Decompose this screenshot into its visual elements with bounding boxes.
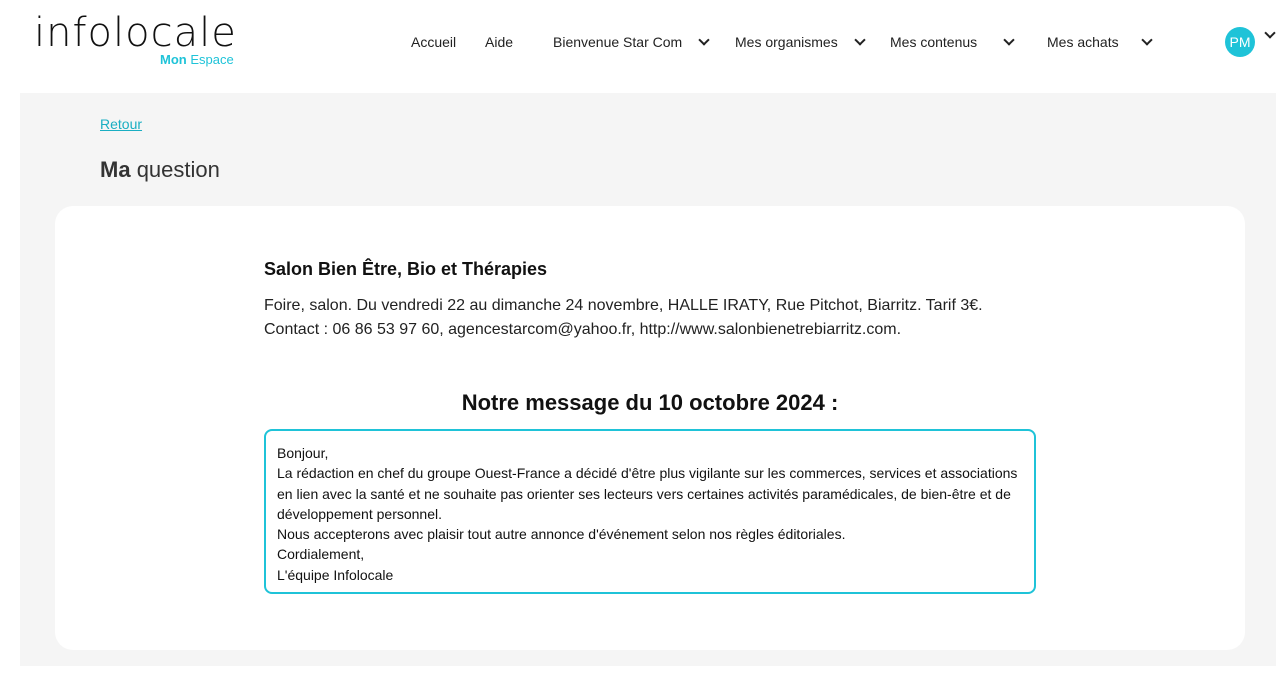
back-link[interactable]: Retour	[100, 116, 142, 132]
nav-label: Accueil	[411, 34, 457, 50]
nav-mes-contenus[interactable]: Mes contenus	[890, 33, 1015, 50]
nav-label: Mes achats	[1047, 34, 1119, 50]
nav-label: Bienvenue Star Com	[553, 34, 683, 50]
chevron-down-icon	[1140, 33, 1153, 46]
chevron-down-icon	[1264, 27, 1276, 39]
event-title: Salon Bien Être, Bio et Thérapies	[264, 259, 548, 279]
user-avatar[interactable]: PM	[1225, 27, 1255, 57]
page-title: Ma question	[100, 157, 220, 183]
nav-accueil[interactable]: Accueil	[411, 34, 456, 50]
question-card: Salon Bien Être, Bio et Thérapies Foire,…	[55, 206, 1245, 650]
main-content: Retour Ma question Salon Bien Être, Bio …	[20, 93, 1276, 666]
nav-mes-achats[interactable]: Mes achats	[1047, 33, 1153, 50]
nav-label: Aide	[485, 34, 514, 50]
logo-subtitle: Mon Espace	[160, 52, 234, 67]
nav-label: Mes contenus	[890, 34, 978, 50]
user-menu-toggle[interactable]	[1264, 27, 1276, 39]
message-box: Bonjour, La rédaction en chef du groupe …	[264, 429, 1036, 594]
title-bold: Ma	[100, 157, 131, 182]
nav-aide[interactable]: Aide	[485, 34, 513, 50]
chevron-down-icon	[698, 33, 710, 46]
event-details: Foire, salon. Du vendredi 22 au dimanche…	[264, 297, 983, 314]
nav-mes-organismes[interactable]: Mes organismes	[735, 33, 866, 50]
message-line: Cordialement,	[277, 546, 365, 563]
nav-label: Mes organismes	[735, 34, 838, 50]
event-contact: Contact : 06 86 53 97 60, agencestarcom@…	[264, 321, 902, 338]
infolocale-logo[interactable]: infolocale Mon Espace	[34, 10, 237, 67]
nav-bienvenue[interactable]: Bienvenue Star Com	[553, 33, 710, 50]
logo-sub: Espace	[190, 52, 234, 67]
message-title: Notre message du 10 octobre 2024 :	[461, 390, 839, 415]
event-description: Foire, salon. Du vendredi 22 au dimanche…	[264, 294, 1064, 342]
logo-text: infolocale	[34, 10, 237, 56]
message-line: Bonjour,	[277, 445, 329, 461]
logo-sub-bold: Mon	[160, 52, 187, 67]
title-rest: question	[136, 157, 220, 182]
message-line: Nous accepterons avec plaisir tout autre…	[277, 526, 846, 543]
chevron-down-icon	[854, 33, 866, 46]
message-line: L'équipe Infolocale	[277, 566, 394, 583]
chevron-down-icon	[1003, 33, 1015, 46]
message-line: La rédaction en chef du groupe Ouest-Fra…	[277, 465, 1018, 522]
